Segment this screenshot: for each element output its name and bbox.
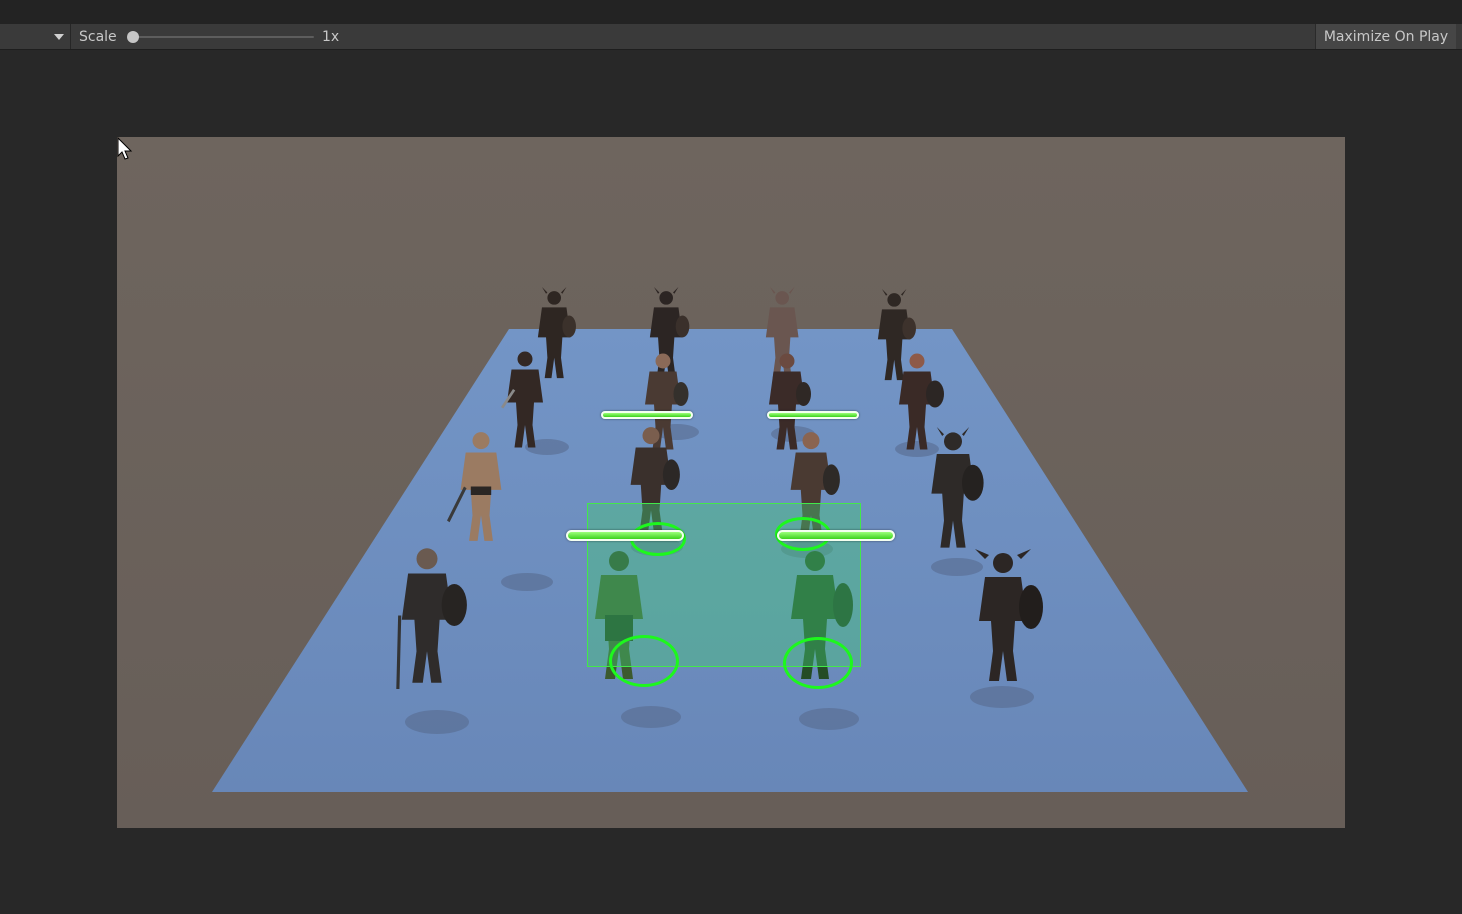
mouse-pointer-icon: [117, 137, 133, 160]
health-bar: [767, 411, 859, 419]
game-view-toolbar: Scale 1x Maximize On Play: [0, 24, 1462, 50]
unit-warrior[interactable]: [917, 427, 989, 553]
warrior-figure-icon: [447, 432, 502, 541]
game-view-viewport[interactable]: [117, 137, 1345, 828]
health-bar: [601, 411, 693, 419]
warrior-figure-icon: [396, 548, 467, 689]
unit-warrior[interactable]: [385, 542, 469, 689]
scene-backdrop: [117, 137, 1345, 828]
scale-value: 1x: [322, 29, 340, 45]
toolbar-divider: [70, 24, 71, 49]
maximize-on-play-button[interactable]: Maximize On Play: [1315, 24, 1456, 49]
scale-label: Scale: [79, 29, 117, 45]
selection-ring: [783, 637, 853, 689]
chevron-down-icon: [54, 34, 64, 40]
selection-ring: [609, 635, 679, 687]
display-dropdown[interactable]: [0, 24, 70, 49]
warrior-figure-icon: [975, 549, 1043, 681]
window-top-strip: [0, 0, 1462, 24]
warrior-figure-icon: [931, 427, 984, 548]
health-bar: [566, 530, 684, 541]
scale-slider-handle[interactable]: [127, 31, 139, 43]
unit-warrior[interactable]: [447, 427, 515, 546]
scale-slider-track[interactable]: [132, 36, 314, 38]
unit-warrior[interactable]: [963, 547, 1043, 687]
health-bar: [777, 530, 895, 541]
